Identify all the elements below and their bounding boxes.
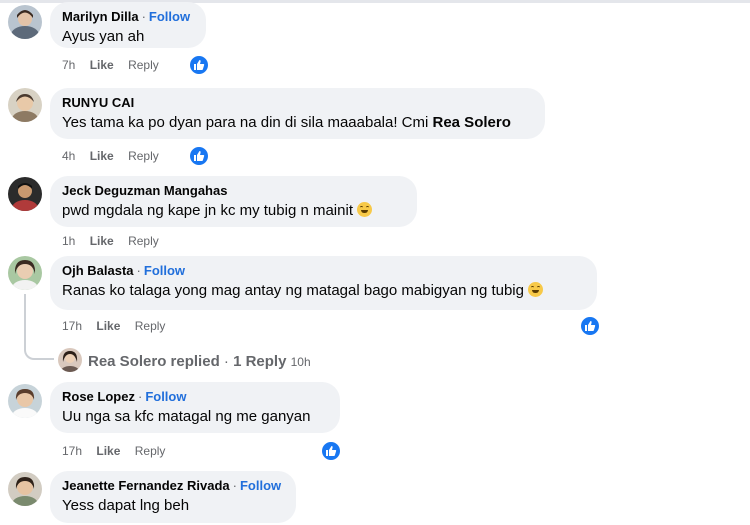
comment-bubble: Jeck Deguzman Mangahas pwd mgdala ng kap… [50, 176, 417, 227]
comment-time[interactable]: 1h [62, 234, 75, 248]
mention-link[interactable]: Rea Solero [433, 114, 511, 131]
follow-button[interactable]: Follow [144, 263, 185, 278]
dot-separator: · [232, 478, 237, 493]
like-reaction-icon[interactable] [320, 440, 342, 462]
comment-actions: 17h Like Reply [62, 444, 176, 458]
author-name[interactable]: Marilyn Dilla [62, 9, 139, 24]
comment-actions: 1h Like Reply [62, 234, 170, 248]
reply-button[interactable]: Reply [128, 58, 159, 72]
replied-label: replied [170, 353, 220, 370]
comment-text: pwd mgdala ng kape jn kc my tubig n main… [62, 201, 405, 221]
reply-button[interactable]: Reply [135, 319, 166, 333]
avatar[interactable] [8, 5, 42, 39]
replier-avatar [58, 348, 82, 372]
comment-text: Yes tama ka po dyan para na din di sila … [62, 114, 511, 131]
reply-button[interactable]: Reply [128, 149, 159, 163]
comment-text: Ayus yan ah [62, 28, 145, 45]
author-name[interactable]: Rose Lopez [62, 389, 135, 404]
follow-button[interactable]: Follow [240, 478, 281, 493]
reply-time: 10h [290, 355, 311, 369]
like-button[interactable]: Like [90, 234, 114, 248]
comment-bubble: RUNYU CAI Yes tama ka po dyan para na di… [50, 88, 545, 139]
like-reaction-icon[interactable] [188, 145, 210, 167]
avatar[interactable] [8, 472, 42, 506]
author-name[interactable]: RUNYU CAI [62, 95, 134, 110]
comment-text: Yess dapat lng beh [62, 497, 190, 514]
avatar[interactable] [8, 256, 42, 290]
comment-time[interactable]: 7h [62, 58, 75, 72]
comment-bubble: Ojh Balasta · Follow Ranas ko talaga yong … [50, 256, 597, 310]
follow-button[interactable]: Follow [145, 389, 186, 404]
view-replies-link[interactable]: Rea Solero replied · 1 Reply 10h [58, 348, 311, 372]
comment-text: Ranas ko talaga yong mag antay ng mataga… [62, 281, 585, 301]
reply-button[interactable]: Reply [128, 234, 159, 248]
comment-text: Uu nga sa kfc matagal ng me ganyan [62, 408, 311, 425]
avatar[interactable] [8, 177, 42, 211]
author-name[interactable]: Jeck Deguzman Mangahas [62, 183, 227, 198]
like-reaction-icon[interactable] [188, 54, 210, 76]
replier-name: Rea Solero [88, 353, 167, 370]
avatar[interactable] [8, 384, 42, 418]
dot-separator: · [141, 9, 146, 24]
comment-bubble: Jeanette Fernandez Rivada · Follow Yess da… [50, 471, 296, 523]
like-button[interactable]: Like [96, 444, 120, 458]
reply-count: 1 Reply [233, 353, 287, 370]
comment-time[interactable]: 17h [62, 444, 82, 458]
like-button[interactable]: Like [90, 149, 114, 163]
like-reaction-icon[interactable] [579, 315, 601, 337]
comment-actions: 7h Like Reply [62, 58, 170, 72]
comment-bubble: Rose Lopez · Follow Uu nga sa kfc matagal … [50, 382, 340, 433]
comment-actions: 4h Like Reply [62, 149, 170, 163]
dot-separator: · [136, 263, 141, 278]
dot-separator: · [137, 389, 143, 404]
comment-bubble: Marilyn Dilla · Follow Ayus yan ah [50, 2, 206, 48]
avatar[interactable] [8, 88, 42, 122]
dot-separator: · [223, 353, 229, 370]
comment-actions: 17h Like Reply [62, 319, 176, 333]
grinning-face-emoji-icon [356, 202, 372, 217]
like-button[interactable]: Like [90, 58, 114, 72]
author-name[interactable]: Jeanette Fernandez Rivada [62, 478, 230, 493]
reply-thread-line [24, 294, 54, 360]
reply-button[interactable]: Reply [135, 444, 166, 458]
comment-time[interactable]: 17h [62, 319, 82, 333]
follow-button[interactable]: Follow [149, 9, 190, 24]
author-name[interactable]: Ojh Balasta [62, 263, 134, 278]
comment-time[interactable]: 4h [62, 149, 75, 163]
like-button[interactable]: Like [96, 319, 120, 333]
grinning-face-emoji-icon [527, 282, 543, 297]
